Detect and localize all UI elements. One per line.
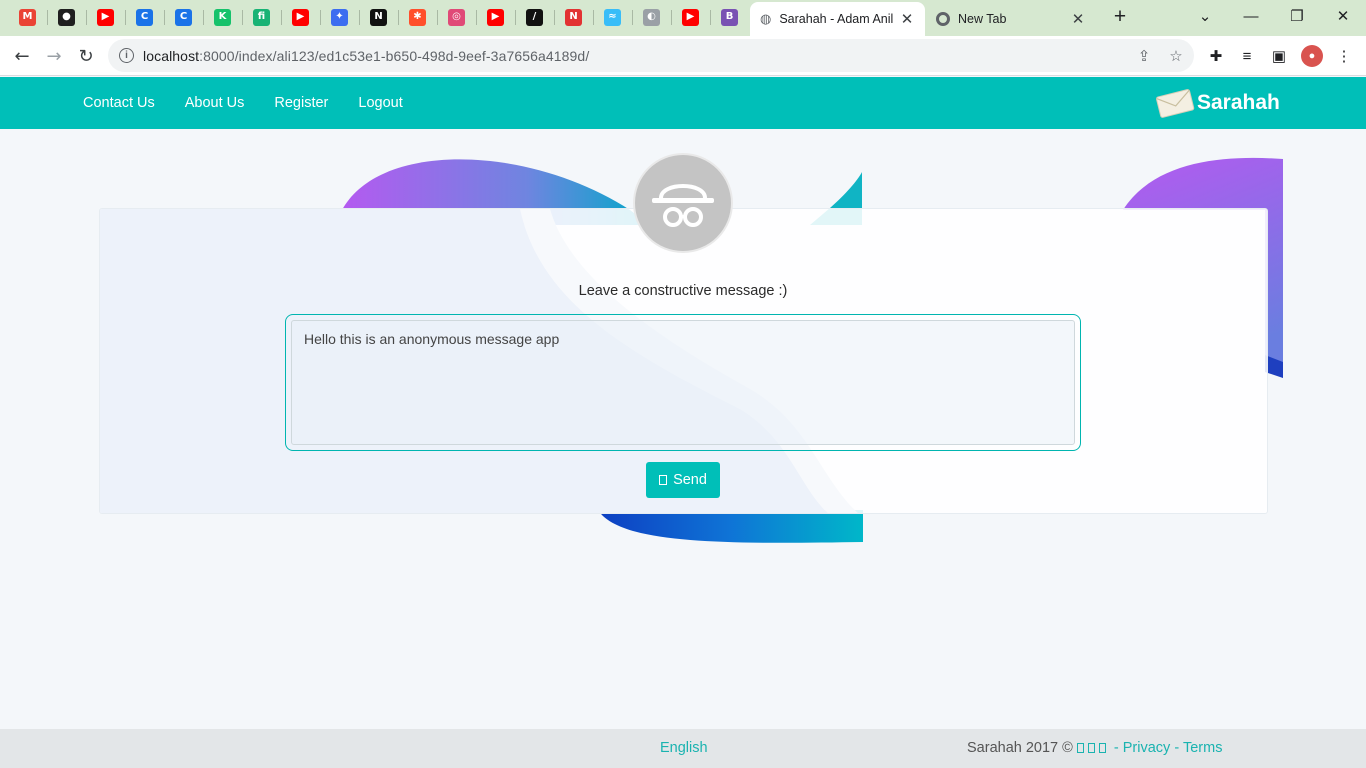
tab-new-tab[interactable]: New Tab ✕: [926, 2, 1096, 36]
footer-copyright: Sarahah 2017 © - Privacy - Terms: [967, 740, 1223, 756]
pinned-tab[interactable]: ≈: [593, 5, 632, 29]
pinned-tab[interactable]: ▶: [86, 5, 125, 29]
site-info-icon[interactable]: i: [119, 48, 134, 63]
language-link[interactable]: English: [660, 740, 708, 756]
tab-sarahah[interactable]: ◍ Sarahah - Adam Anil ✕: [750, 2, 925, 36]
pinned-tab[interactable]: N: [359, 5, 398, 29]
site-footer: English Sarahah 2017 © - Privacy - Terms: [0, 729, 1366, 768]
youtube-icon: ▶: [292, 8, 309, 26]
next-icon: N: [370, 8, 387, 26]
privacy-link[interactable]: Privacy: [1123, 740, 1171, 756]
globe-icon: ◐: [643, 8, 660, 26]
address-bar[interactable]: i localhost:8000/index/ali123/ed1c53e1-b…: [108, 39, 1194, 72]
pinned-tab[interactable]: ◐: [632, 5, 671, 29]
extensions-icon[interactable]: ✚: [1205, 45, 1227, 67]
nav-contact-us[interactable]: Contact Us: [83, 95, 155, 111]
footer-icons[interactable]: [1076, 740, 1110, 756]
url-text: localhost:8000/index/ali123/ed1c53e1-b65…: [143, 47, 590, 64]
pinned-tab[interactable]: N: [554, 5, 593, 29]
pinned-tab[interactable]: C: [125, 5, 164, 29]
close-tab-icon[interactable]: ✕: [1070, 10, 1086, 28]
pinned-tab[interactable]: ▶: [281, 5, 320, 29]
media-queue-icon[interactable]: ≡: [1236, 45, 1258, 67]
terms-link[interactable]: Terms: [1183, 740, 1222, 756]
new-tab-button[interactable]: +: [1108, 6, 1132, 30]
reload-button[interactable]: ↻: [72, 42, 100, 70]
send-label: Send: [673, 472, 707, 488]
tab-title: New Tab: [958, 12, 1007, 26]
close-window-button[interactable]: ✕: [1320, 0, 1366, 32]
pinned-tab[interactable]: B: [710, 5, 749, 29]
profile-avatar[interactable]: ●: [1301, 45, 1323, 67]
send-icon: [659, 475, 668, 485]
gmail-icon: M: [19, 8, 36, 26]
globe-icon: ◍: [760, 11, 772, 26]
pinned-tab[interactable]: ✦: [320, 5, 359, 29]
bootstrap-icon: B: [721, 8, 738, 26]
site-navbar: Contact Us About Us Register Logout Sara…: [0, 77, 1366, 129]
asterisk-icon: ✱: [409, 8, 426, 26]
anonymous-avatar: [633, 153, 733, 253]
nav-links: Contact Us About Us Register Logout: [83, 77, 433, 129]
tab-title: Sarahah - Adam Anil: [779, 12, 894, 26]
side-panel-icon[interactable]: ▣: [1268, 45, 1290, 67]
pinned-tab[interactable]: ●: [47, 5, 86, 29]
youtube-icon: ▶: [97, 8, 114, 26]
browser-toolbar: ← → ↻ i localhost:8000/index/ali123/ed1c…: [0, 36, 1366, 76]
copyleaks-icon: C: [175, 8, 192, 26]
youtube-icon: ▶: [682, 8, 699, 26]
send-button[interactable]: Send: [646, 462, 720, 498]
bookmark-k-icon: K: [214, 8, 231, 26]
tailwind-icon: ≈: [604, 8, 621, 26]
puzzle-blocks-icon: ✦: [331, 8, 348, 26]
message-input[interactable]: [291, 320, 1075, 445]
spiral-icon: ◎: [448, 8, 465, 26]
pinned-tab[interactable]: K: [203, 5, 242, 29]
slash-icon: /: [526, 8, 543, 26]
browser-tab-strip: M ● ▶ C C Kfi ▶ ✦ N ✱ ◎ ▶ / N ≈ ◐ ▶ B ◍ Sarahah - Adam An…: [0, 0, 1366, 36]
copyleaks-icon: C: [136, 8, 153, 26]
pinned-tab[interactable]: C: [164, 5, 203, 29]
nav-register[interactable]: Register: [274, 95, 328, 111]
bookmark-star-icon[interactable]: ☆: [1166, 46, 1186, 66]
message-box: [285, 314, 1081, 451]
pinned-tab[interactable]: M: [8, 5, 47, 29]
github-icon: ●: [58, 8, 75, 26]
tab-search-icon[interactable]: ⌄: [1182, 0, 1228, 32]
nav-logout[interactable]: Logout: [358, 95, 402, 111]
share-icon[interactable]: ⇪: [1134, 46, 1154, 66]
pinned-tab[interactable]: ✱: [398, 5, 437, 29]
fn-icon: fi: [253, 8, 270, 26]
envelope-icon: [1156, 89, 1195, 118]
pinned-tab[interactable]: ▶: [476, 5, 515, 29]
back-button[interactable]: ←: [8, 42, 36, 70]
incognito-icon: [652, 184, 714, 227]
forward-button[interactable]: →: [40, 42, 68, 70]
close-tab-icon[interactable]: ✕: [899, 10, 915, 28]
pinned-tab[interactable]: /: [515, 5, 554, 29]
chrome-icon: [936, 12, 950, 26]
pinned-tab[interactable]: ◎: [437, 5, 476, 29]
netlify-icon: N: [565, 8, 582, 26]
brand-logo[interactable]: Sarahah: [1155, 87, 1280, 119]
nav-about-us[interactable]: About Us: [185, 95, 245, 111]
pinned-tab[interactable]: ▶: [671, 5, 710, 29]
pinned-tab[interactable]: fi: [242, 5, 281, 29]
youtube-icon: ▶: [487, 8, 504, 26]
restore-button[interactable]: ❐: [1274, 0, 1320, 32]
menu-kebab-icon[interactable]: ⋮: [1333, 45, 1355, 67]
brand-name: Sarahah: [1197, 91, 1280, 114]
minimize-button[interactable]: —: [1228, 0, 1274, 32]
pinned-tabs: M ● ▶ C C Kfi ▶ ✦ N ✱ ◎ ▶ / N ≈ ◐ ▶ B: [8, 5, 749, 29]
message-prompt: Leave a constructive message :): [578, 283, 788, 299]
